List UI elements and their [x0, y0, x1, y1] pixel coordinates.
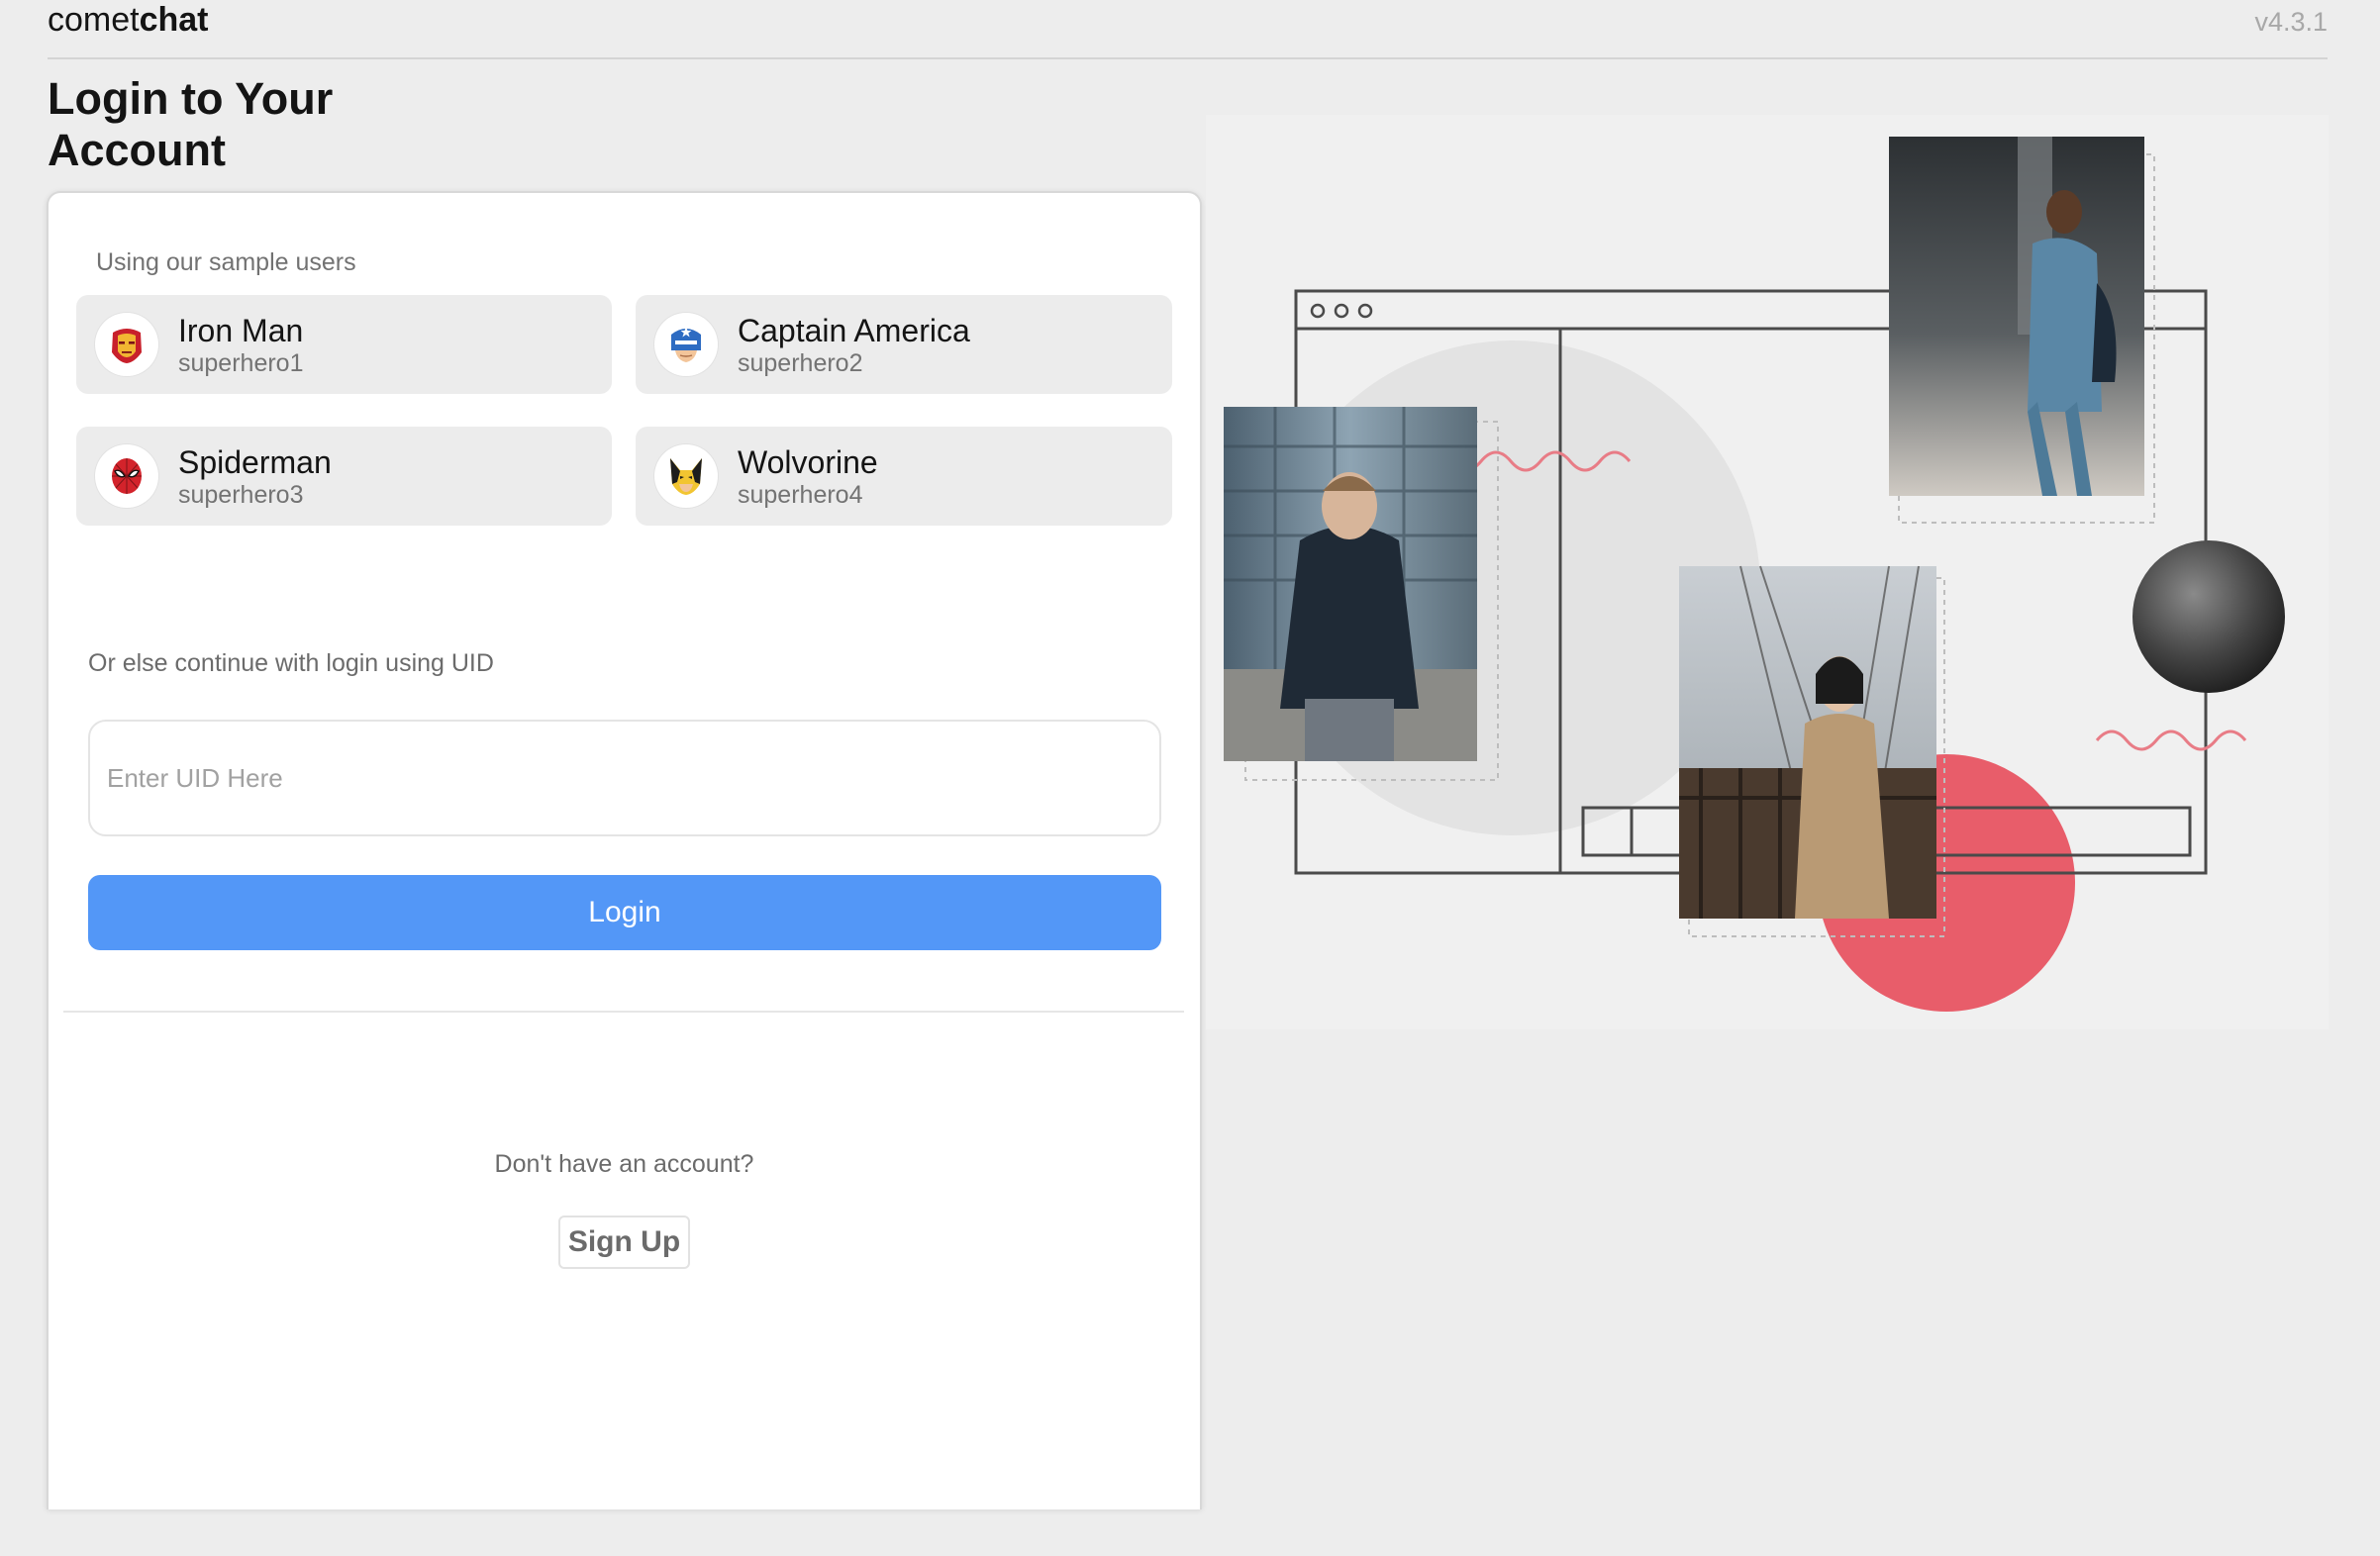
header-divider [48, 57, 2328, 59]
wolverine-icon [670, 458, 702, 495]
login-button[interactable]: Login [88, 875, 1161, 950]
brand-logo-bold: chat [139, 1, 209, 39]
sample-user-name: Captain America [738, 313, 970, 348]
sample-user-uid: superhero2 [738, 349, 863, 377]
sample-user-uid: superhero4 [738, 481, 863, 509]
avatar [654, 313, 718, 376]
page-title: Login to Your Account [48, 73, 334, 175]
uid-login-label: Or else continue with login using UID [88, 649, 494, 677]
iron-man-icon [112, 329, 142, 363]
login-page: cometchat v4.3.1 Login to Your Account U… [0, 0, 2380, 1556]
version-label: v4.3.1 [2254, 7, 2328, 37]
brand-logo: cometchat [48, 0, 209, 40]
spiderman-icon [112, 458, 142, 494]
card-divider [63, 1011, 1184, 1013]
sample-user-captain-america[interactable]: Captain America superhero2 [636, 295, 1172, 394]
uid-input[interactable] [88, 720, 1161, 836]
sample-user-spiderman[interactable]: Spiderman superhero3 [76, 427, 612, 526]
sample-user-name: Spiderman [178, 444, 332, 480]
no-account-prompt: Don't have an account? [494, 1150, 754, 1178]
sample-user-uid: superhero1 [178, 349, 304, 377]
sample-user-iron-man[interactable]: Iron Man superhero1 [76, 295, 612, 394]
hero-illustration-graphic [1224, 137, 2285, 1012]
sign-up-button[interactable]: Sign Up [558, 1216, 690, 1269]
avatar [95, 444, 158, 508]
sample-user-name: Iron Man [178, 313, 304, 348]
sample-users-grid: Iron Man superhero1 Captain America supe… [76, 295, 1175, 526]
sample-user-name: Wolvorine [738, 444, 878, 480]
sample-users-label: Using our sample users [96, 248, 356, 276]
brand-logo-light: comet [48, 1, 140, 39]
login-card: Using our sample users Iron Man superher… [47, 191, 1202, 1509]
hero-illustration [1206, 115, 2329, 1029]
captain-america-icon [671, 327, 701, 362]
avatar [95, 313, 158, 376]
sample-user-wolverine[interactable]: Wolvorine superhero4 [636, 427, 1172, 526]
avatar [654, 444, 718, 508]
sample-user-uid: superhero3 [178, 481, 304, 509]
